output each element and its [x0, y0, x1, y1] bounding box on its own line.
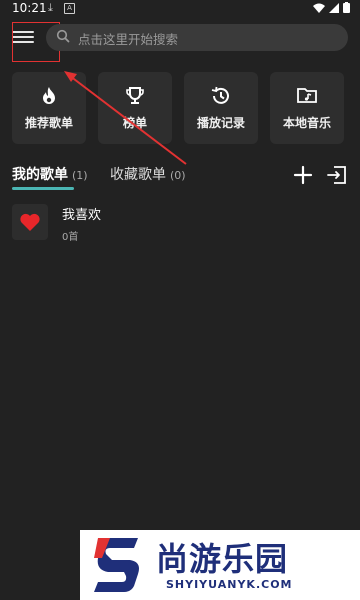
search-placeholder: 点击这里开始搜索 — [78, 32, 179, 47]
watermark-logo: 尚游乐园 SHYIYUANYK.COM — [80, 530, 360, 600]
quick-access-tiles: 推荐歌单 榜单 播放记录 本地音乐 — [12, 72, 350, 144]
status-time: 10:21 — [12, 1, 47, 15]
wifi-icon — [313, 3, 325, 13]
tile-label: 榜单 — [122, 116, 147, 130]
tile-label: 本地音乐 — [282, 116, 331, 130]
tile-label: 推荐歌单 — [24, 116, 73, 130]
tile-recommended-playlists[interactable]: 推荐歌单 — [12, 72, 86, 144]
playlist-tabs: 我的歌单 (1) 收藏歌单 (0) — [0, 160, 360, 190]
tile-charts[interactable]: 榜单 — [98, 72, 172, 144]
download-icon: ⤓ — [48, 1, 53, 14]
add-playlist-button[interactable] — [292, 164, 314, 186]
search-bar[interactable]: 点击这里开始搜索 — [46, 24, 348, 51]
watermark-s-icon — [94, 538, 139, 592]
trophy-icon — [126, 87, 144, 104]
playlist-item[interactable]: 我喜欢 0首 — [12, 204, 342, 243]
playlist-cover — [12, 204, 48, 240]
notification-a-icon: A — [64, 3, 75, 14]
tab-my-playlists[interactable]: 我的歌单 (1) — [12, 164, 88, 184]
history-icon — [211, 86, 229, 104]
active-tab-indicator — [12, 187, 74, 190]
fire-icon — [43, 87, 55, 104]
tab-count: (1) — [72, 169, 88, 182]
status-bar: 10:21 ⤓ A — [0, 0, 360, 18]
tab-favorited-playlists[interactable]: 收藏歌单 (0) — [110, 164, 186, 184]
tile-local-music[interactable]: 本地音乐 — [270, 72, 344, 144]
tab-label: 收藏歌单 — [110, 167, 166, 183]
search-icon — [56, 29, 70, 43]
watermark-cn-text: 尚游乐园 — [156, 540, 289, 578]
heart-icon — [20, 213, 40, 231]
import-playlist-button[interactable] — [326, 164, 348, 186]
tab-label: 我的歌单 — [12, 167, 68, 183]
playlist-song-count: 0首 — [62, 232, 79, 243]
music-folder-icon — [297, 88, 317, 103]
signal-icon — [329, 2, 339, 13]
playlist-title: 我喜欢 — [62, 208, 102, 223]
battery-icon — [343, 2, 350, 13]
watermark-en-text: SHYIYUANYK.COM — [166, 578, 293, 591]
tab-count: (0) — [170, 169, 186, 182]
tile-play-history[interactable]: 播放记录 — [184, 72, 258, 144]
tile-label: 播放记录 — [196, 116, 245, 130]
